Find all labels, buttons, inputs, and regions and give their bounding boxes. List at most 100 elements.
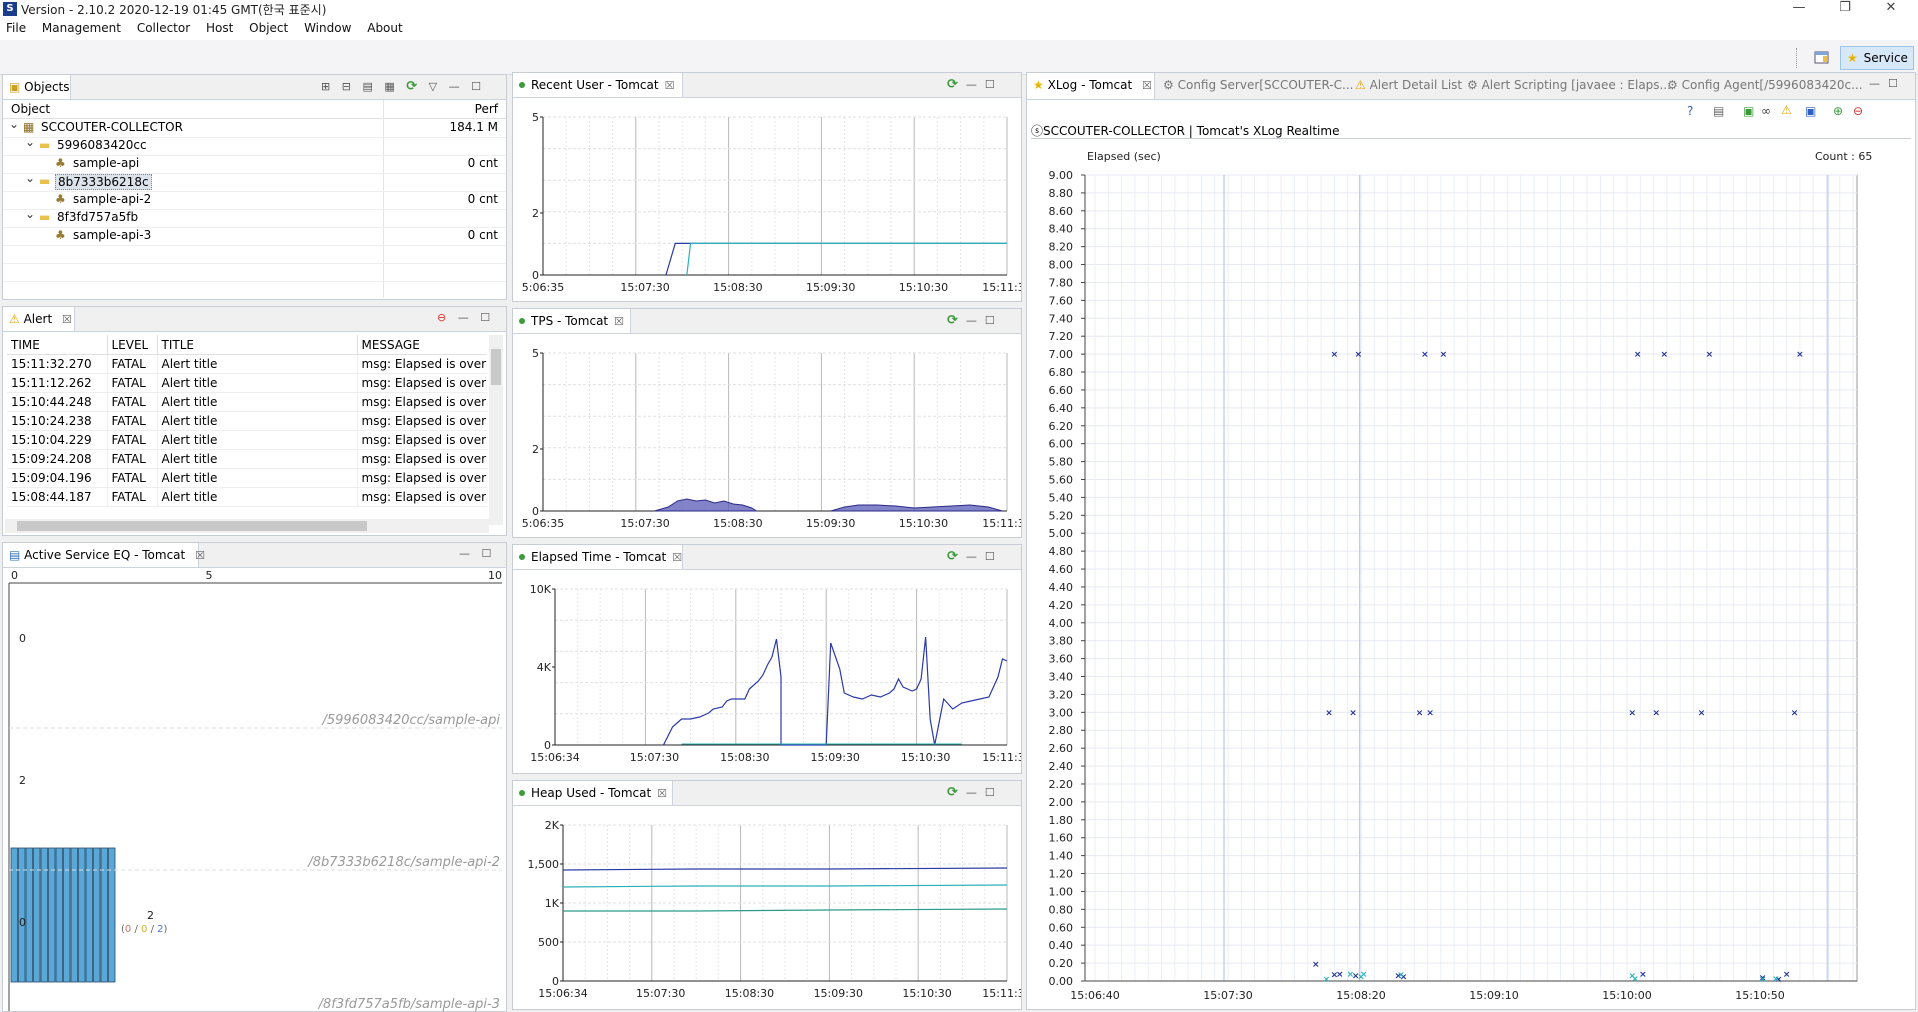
minimize-panel-icon[interactable]: — [1869,77,1880,90]
alert-cell: msg: Elapsed is over 20 [356,468,487,488]
minimize-panel-icon[interactable]: — [449,80,460,93]
alert-row[interactable]: 15:08:44.187 FATAL Alert title msg: Elapsed… [7,487,487,507]
maximize-panel-icon[interactable]: ☐ [985,314,995,327]
maximize-panel-icon[interactable]: ☐ [480,311,490,324]
refresh-icon[interactable]: ⟳ [406,79,417,94]
alert-col-header[interactable]: MESSAGE [356,335,487,355]
close-tab-icon[interactable]: ☒ [614,315,624,328]
alert-row[interactable]: 15:09:24.208 FATAL Alert title msg: Elapsed… [7,449,487,469]
alert-cell: FATAL [106,487,157,507]
hscroll-thumb[interactable] [17,521,367,531]
tree-row[interactable]: ♣ sample-api 0 cnt [3,155,506,174]
refresh-icon[interactable]: ⟳ [947,77,958,92]
menu-window[interactable]: Window [304,18,351,35]
alert-col-header[interactable]: LEVEL [106,335,157,355]
maximize-panel-icon[interactable]: ☐ [471,80,481,93]
view-menu-icon[interactable]: ▽ [429,80,437,93]
minimize-button[interactable]: — [1776,0,1822,18]
menu-collector[interactable]: Collector [137,18,190,35]
warning-filter-icon[interactable]: ⚠ [1781,103,1792,117]
tab-elapsed[interactable]: Elapsed Time - Tomcat ☒ [513,545,683,569]
scroll-thumb[interactable] [491,349,501,385]
tab-alert-scripting[interactable]: ⚙ Alert Scripting [javaee : Elaps... [1461,73,1671,97]
tab-xlog[interactable]: ★ XLog - Tomcat ☒ [1027,73,1155,99]
close-tab-icon[interactable]: ☒ [195,549,205,562]
chevron-down-icon[interactable]: ⌄ [9,117,19,131]
zoom-in-icon[interactable]: ⊕ [1833,104,1843,118]
maximize-panel-icon[interactable]: ☐ [985,550,995,563]
minimize-panel-icon[interactable]: — [966,314,977,327]
close-tab-icon[interactable]: ☒ [672,551,682,564]
col-perf: Perf [474,102,498,116]
tab-heap[interactable]: Heap Used - Tomcat ☒ [513,781,673,805]
perspective-icon[interactable] [1810,46,1834,70]
load-icon[interactable]: ▣ [1743,104,1754,118]
clear-alerts-icon[interactable]: ⊖ [437,311,446,324]
tab-active-service[interactable]: ▤ Active Service EQ - Tomcat ☒ [3,543,205,567]
close-button[interactable]: ✕ [1868,0,1914,18]
alert-row[interactable]: 15:11:12.262 FATAL Alert title msg: Elapsed… [7,373,487,393]
close-tab-icon[interactable]: ☒ [62,313,72,326]
chevron-down-icon[interactable]: ⌄ [25,207,35,221]
maximize-panel-icon[interactable]: ☐ [1888,77,1898,90]
alert-row[interactable]: 15:11:32.270 FATAL Alert title msg: Elapsed… [7,354,487,374]
tree-row[interactable]: ♣ sample-api-3 0 cnt [3,227,506,246]
tree-row[interactable]: ⌄ ▬ 8b7333b6218c [3,171,506,192]
chevron-down-icon[interactable]: ⌄ [25,135,35,149]
minimize-panel-icon[interactable]: — [966,786,977,799]
tab-alert[interactable]: ⚠ Alert ☒ [3,307,75,331]
alert-hscrollbar[interactable] [5,519,489,533]
refresh-icon[interactable]: ⟳ [947,313,958,328]
alert-row[interactable]: 15:10:44.248 FATAL Alert title msg: Elapsed… [7,392,487,412]
alert-row[interactable]: 15:10:24.238 FATAL Alert title msg: Elapsed… [7,411,487,431]
filter-icon[interactable]: ▦ [384,80,394,93]
alert-vscrollbar[interactable] [489,335,503,525]
collapse-all-icon[interactable]: ⊟ [342,80,351,93]
refresh-icon[interactable]: ⟳ [947,785,958,800]
tab-objects[interactable]: ▣ Objects [3,75,71,99]
refresh-icon[interactable]: ⟳ [947,549,958,564]
alert-row[interactable]: 15:10:04.229 FATAL Alert title msg: Elapsed… [7,430,487,450]
tab-config-server[interactable]: ⚙ Config Server[SCCOUTER-C... [1157,73,1353,97]
menu-about[interactable]: About [367,18,402,35]
alert-row[interactable]: 15:09:04.196 FATAL Alert title msg: Elapsed… [7,468,487,488]
maximize-panel-icon[interactable]: ☐ [985,78,995,91]
tab-tps[interactable]: TPS - Tomcat ☒ [513,309,631,333]
menu-management[interactable]: Management [42,18,121,35]
collector-icon: ⓢ [1031,124,1044,138]
maximize-button[interactable]: ❐ [1822,0,1868,18]
menu-object[interactable]: Object [249,18,288,35]
monitor-icon[interactable]: ▤ [362,80,372,93]
link-icon[interactable]: ∞ [1761,104,1771,118]
tab-alert-detail[interactable]: ⚠ Alert Detail List [1349,73,1462,97]
close-tab-icon[interactable]: ☒ [1142,79,1152,92]
close-tab-icon[interactable]: ☒ [657,787,667,800]
minimize-panel-icon[interactable]: — [966,78,977,91]
options-icon[interactable]: ▤ [1713,104,1724,118]
minimize-panel-icon[interactable]: — [459,547,470,560]
maximize-panel-icon[interactable]: ☐ [985,786,995,799]
y-tick-label: 3.60 [1049,653,1074,666]
copy-icon[interactable]: ▣ [1805,104,1816,118]
maximize-panel-icon[interactable]: ☐ [482,547,492,560]
tab-recent-user[interactable]: Recent User - Tomcat ☒ [513,73,683,97]
menu-file[interactable]: File [6,18,26,35]
tab-config-agent[interactable]: ⚙ Config Agent[/5996083420c... [1661,73,1863,97]
objects-tabbar: ▣ Objects ⊞ ⊟ ▤ ▦ ⟳ ▽ — ☐ [3,75,506,100]
close-tab-icon[interactable]: ☒ [665,79,675,92]
tree-row[interactable]: ⌄ ▦ SCCOUTER-COLLECTOR 184.1 M [3,117,506,138]
service-perspective-button[interactable]: ★ Service [1840,46,1914,70]
tree-row[interactable]: ♣ sample-api-2 0 cnt [3,191,506,210]
help-icon[interactable]: ? [1687,104,1693,118]
chevron-down-icon[interactable]: ⌄ [25,171,35,185]
tree-row[interactable]: ⌄ ▬ 8f3fd757a5fb [3,207,506,228]
tree-row[interactable]: ⌄ ▬ 5996083420cc [3,135,506,156]
menu-host[interactable]: Host [206,18,233,35]
x-tick-label: 15:08:30 [725,987,774,1000]
minimize-panel-icon[interactable]: — [458,311,469,324]
expand-all-icon[interactable]: ⊞ [321,80,330,93]
zoom-out-icon[interactable]: ⊖ [1853,104,1863,118]
minimize-panel-icon[interactable]: — [966,550,977,563]
alert-col-header[interactable]: TIME [7,335,107,355]
alert-col-header[interactable]: TITLE [156,335,357,355]
